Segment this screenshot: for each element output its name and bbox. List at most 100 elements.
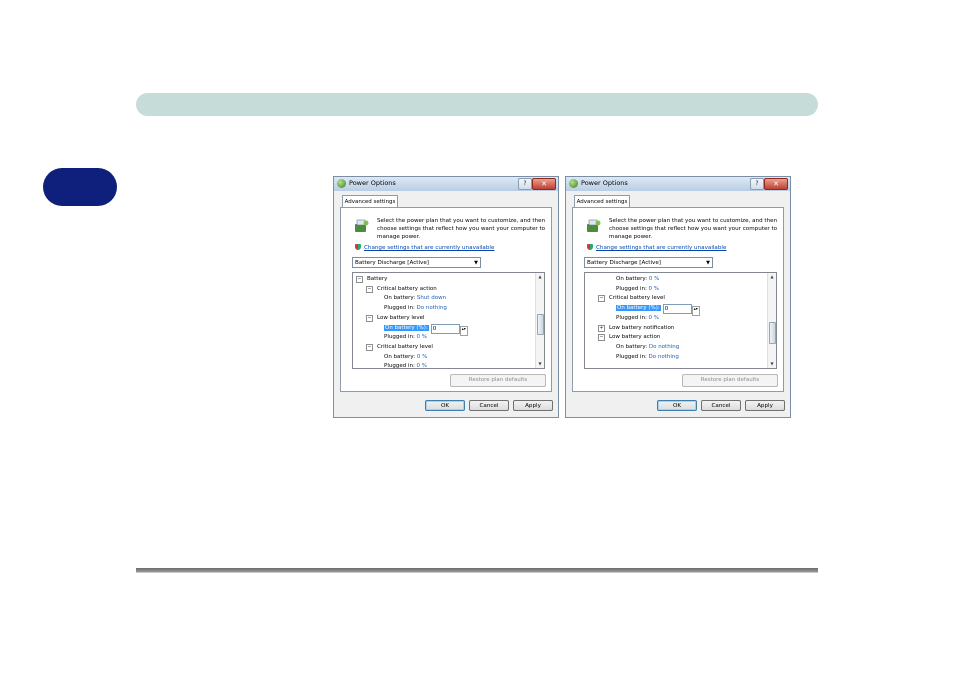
power-options-dialog-1: Power Options ? ✕ Advanced settings Sele…: [333, 176, 559, 418]
power-plan-icon: [355, 219, 369, 232]
tree-row[interactable]: Plugged in: Do nothing: [616, 353, 679, 361]
tree-row-label: Plugged in:: [384, 363, 415, 369]
tree-row[interactable]: On battery: Do nothing: [616, 343, 679, 351]
cancel-button[interactable]: Cancel: [469, 400, 509, 411]
tree-row[interactable]: Plugged in: Do nothing: [384, 304, 447, 312]
description-text: Select the power plan that you want to c…: [609, 218, 778, 240]
scroll-down-icon[interactable]: ▼: [536, 360, 544, 368]
tree-row[interactable]: − Critical battery action: [366, 285, 437, 293]
cancel-button[interactable]: Cancel: [701, 400, 741, 411]
scroll-up-icon[interactable]: ▲: [536, 273, 544, 281]
tree-row-value[interactable]: Do nothing: [647, 354, 679, 360]
tree-row-value[interactable]: 0 %: [415, 334, 428, 340]
tree-row[interactable]: + Low battery notification: [598, 324, 674, 332]
change-settings-link[interactable]: Change settings that are currently unava…: [587, 244, 726, 251]
tree-row-label: Plugged in:: [384, 334, 415, 341]
tree-row-label: Plugged in:: [384, 305, 415, 312]
tree-row-label: Critical battery action: [377, 285, 437, 292]
scroll-down-icon[interactable]: ▼: [768, 360, 776, 368]
ok-button[interactable]: OK: [657, 400, 697, 411]
scroll-up-icon[interactable]: ▲: [768, 273, 776, 281]
collapse-icon[interactable]: −: [366, 285, 373, 293]
apply-button[interactable]: Apply: [745, 400, 785, 411]
tree-row[interactable]: − Low battery action: [598, 333, 661, 342]
description-text: Select the power plan that you want to c…: [377, 218, 546, 240]
uac-shield-icon: [355, 244, 361, 250]
tree-row[interactable]: On battery: 0 %: [384, 353, 427, 361]
tree-row-value[interactable]: 0 %: [647, 286, 660, 292]
percent-spin-input[interactable]: 0: [662, 304, 692, 315]
chapter-side-tab: [43, 168, 117, 206]
tree-scrollbar[interactable]: ▲ ▼: [535, 273, 544, 368]
spin-arrows-icon[interactable]: ▴▾: [459, 325, 468, 336]
collapse-icon[interactable]: −: [598, 295, 605, 303]
power-options-icon: [569, 179, 578, 188]
tree-row-value[interactable]: Do nothing: [415, 305, 447, 311]
tree-row-label: On battery:: [616, 276, 648, 282]
collapse-icon[interactable]: −: [598, 334, 605, 342]
tree-row-value[interactable]: 0 %: [415, 354, 428, 360]
footer-rule-highlight: [136, 572, 818, 573]
apply-button[interactable]: Apply: [513, 400, 553, 411]
settings-tree[interactable]: On battery: 0 % Plugged in: 0 % − Critical …: [584, 272, 777, 369]
tree-row-label: On battery:: [384, 353, 416, 360]
tree-row-value[interactable]: Do nothing: [647, 344, 679, 350]
restore-plan-defaults-button[interactable]: Restore plan defaults: [450, 374, 546, 387]
tree-row-value[interactable]: 0 %: [415, 363, 428, 368]
tree-scrollbar[interactable]: ▲ ▼: [767, 273, 776, 368]
chevron-down-icon[interactable]: ▼: [706, 258, 710, 268]
tree-row-label: On battery:: [616, 343, 648, 350]
tree-row-label: Low battery notification: [609, 324, 675, 331]
tree-row[interactable]: On battery: Shut down: [384, 294, 446, 302]
power-plan-icon: [587, 219, 601, 232]
tree-row[interactable]: Plugged in: 0 %: [616, 285, 659, 293]
power-options-dialog-2: Power Options ? ✕ Advanced settings Sele…: [565, 176, 791, 418]
title-bar: Power Options ? ✕: [334, 177, 558, 191]
tree-row-label: On battery:: [384, 295, 416, 302]
help-button[interactable]: ?: [750, 178, 764, 190]
settings-tree[interactable]: − Battery − Critical battery action On batte…: [352, 272, 545, 369]
tree-row-label: Critical battery level: [609, 295, 665, 302]
power-plan-dropdown[interactable]: Battery Discharge [Active] ▼: [352, 257, 481, 268]
tree-row-label: Battery: [367, 276, 388, 282]
tree-row[interactable]: Plugged in: 0 %: [384, 333, 427, 341]
spin-arrows-icon[interactable]: ▴▾: [691, 306, 700, 317]
collapse-icon[interactable]: −: [366, 314, 373, 322]
tree-row-label: Low battery level: [377, 314, 425, 321]
tree-row-label: Plugged in:: [616, 285, 647, 292]
chevron-down-icon[interactable]: ▼: [474, 258, 478, 268]
tree-row[interactable]: Plugged in: 0 %: [384, 362, 428, 369]
uac-shield-icon: [587, 244, 593, 250]
tree-row-value[interactable]: Shut down: [415, 295, 446, 301]
change-settings-link[interactable]: Change settings that are currently unava…: [355, 244, 494, 251]
tree-row[interactable]: − Low battery level: [366, 314, 424, 322]
advanced-settings-panel: Select the power plan that you want to c…: [572, 207, 784, 392]
tree-row[interactable]: Plugged in: 0 %: [616, 314, 659, 322]
scroll-thumb[interactable]: [769, 322, 776, 345]
close-button[interactable]: ✕: [764, 178, 788, 190]
power-plan-dropdown[interactable]: Battery Discharge [Active] ▼: [584, 257, 713, 268]
tree-row-label: Plugged in:: [616, 314, 647, 321]
tree-row[interactable]: On battery: 0 %: [616, 275, 659, 283]
tree-row-label: Low battery action: [609, 334, 661, 341]
close-button[interactable]: ✕: [532, 178, 556, 190]
tree-row[interactable]: − Critical battery level: [366, 343, 433, 351]
ok-button[interactable]: OK: [425, 400, 465, 411]
percent-spin-input[interactable]: 0: [430, 323, 460, 334]
tree-row[interactable]: − Critical battery level: [598, 294, 665, 303]
scroll-thumb[interactable]: [537, 313, 544, 336]
help-button[interactable]: ?: [518, 178, 532, 190]
collapse-icon[interactable]: −: [366, 343, 373, 351]
tree-row-value[interactable]: 0 %: [647, 276, 660, 282]
power-options-icon: [337, 179, 346, 188]
tree-row-value[interactable]: 0 %: [647, 315, 660, 321]
title-bar: Power Options ? ✕: [566, 177, 790, 191]
dialog-title: Power Options: [581, 179, 628, 187]
tree-row[interactable]: − Battery: [356, 275, 387, 283]
expand-icon[interactable]: +: [598, 324, 605, 332]
page-header-bar: [136, 93, 818, 116]
tree-row-label: Critical battery level: [377, 343, 433, 350]
tree-row-label: Plugged in:: [616, 353, 647, 360]
restore-plan-defaults-button[interactable]: Restore plan defaults: [682, 374, 778, 387]
collapse-icon[interactable]: −: [356, 276, 363, 283]
